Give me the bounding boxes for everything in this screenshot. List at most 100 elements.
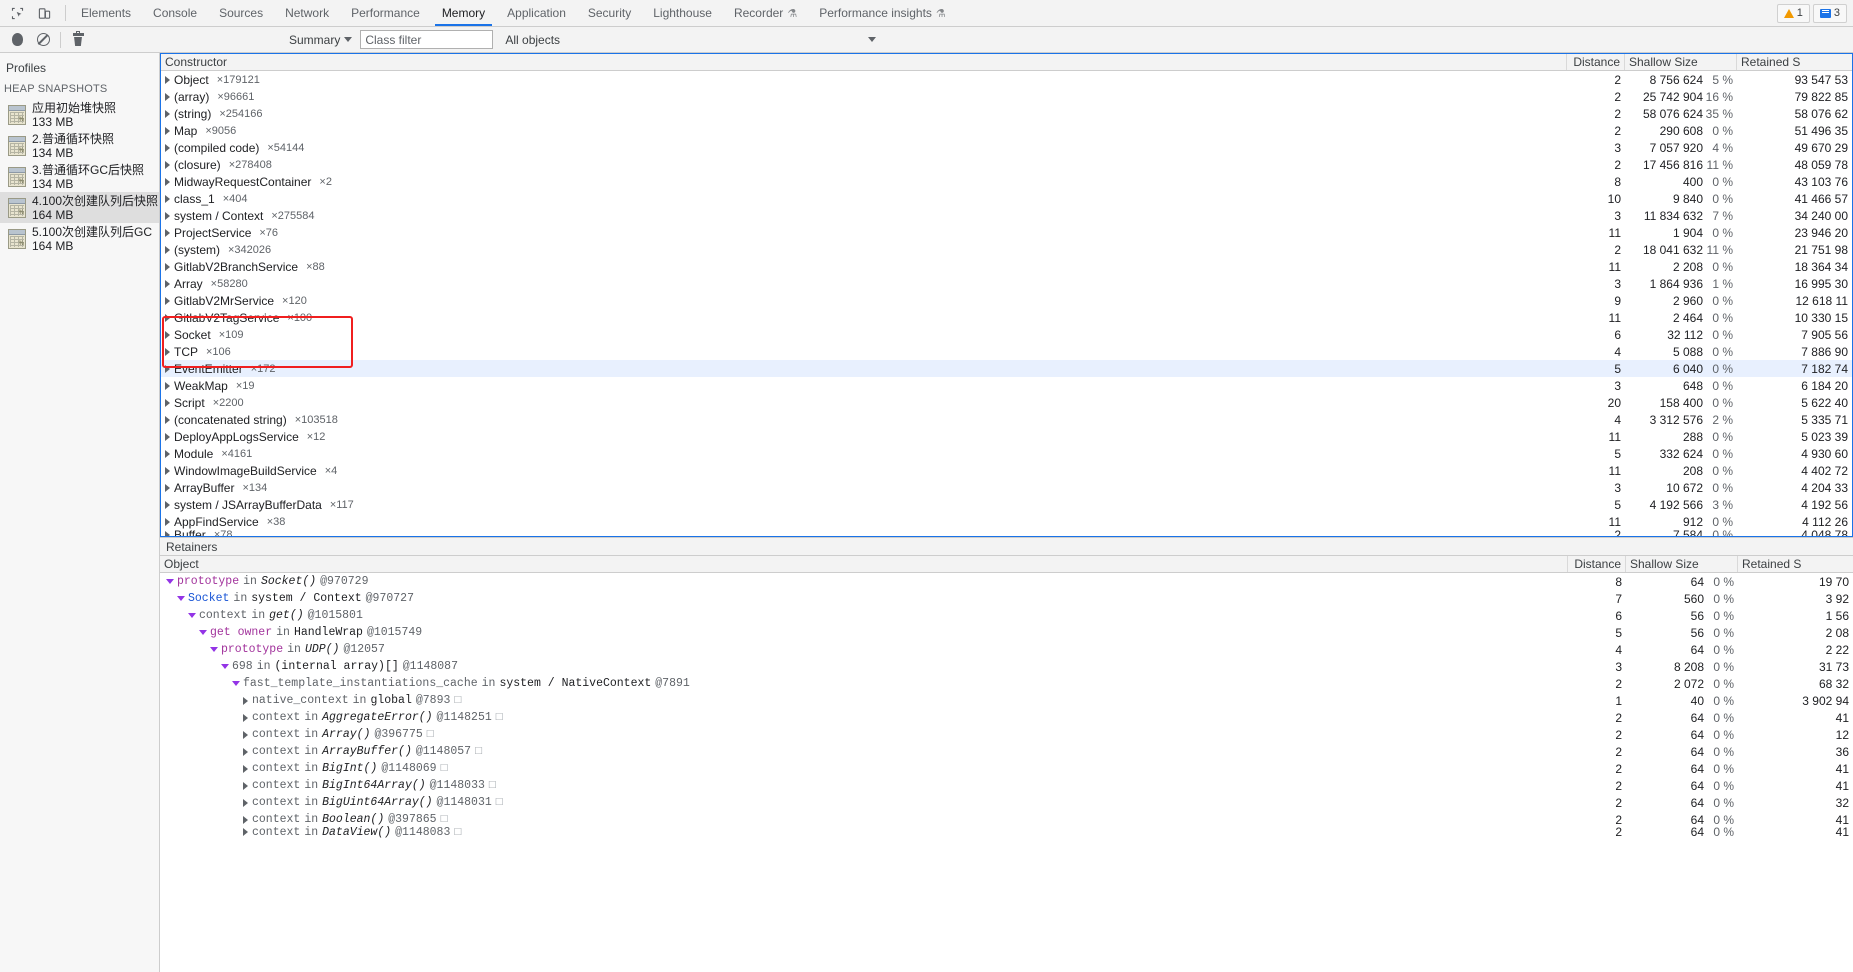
constructor-cell[interactable]: system / JSArrayBufferData ×117 [161,496,1567,513]
snapshot-item-2[interactable]: % 2.普通循环快照 134 MB [0,130,159,161]
expand-triangle-icon[interactable] [165,449,170,458]
retainer-object-cell[interactable]: get owner in HandleWrap @1015749 [160,626,1568,639]
expand-triangle-icon[interactable] [243,798,248,807]
retainer-object-cell[interactable]: fast_template_instantiations_cache in syst… [160,677,1568,690]
constructor-cell[interactable]: GitlabV2TagService ×100 [161,309,1567,326]
device-toolbar-icon[interactable] [33,2,55,24]
expand-triangle-icon[interactable] [165,92,170,101]
snapshot-item-5[interactable]: % 5.100次创建队列后GC 164 MB [0,223,159,254]
retainer-row[interactable]: get owner in HandleWrap @1015749 5 56 0 % 2 08 [160,624,1853,641]
retainer-row[interactable]: context in get() @1015801 6 56 0 % 1 56 [160,607,1853,624]
expand-triangle-icon[interactable] [165,364,170,373]
expand-triangle-icon[interactable] [165,466,170,475]
expand-triangle-icon[interactable] [165,160,170,169]
retainer-row[interactable]: Socket in system / Context @970727 7 560 0 % 3 … [160,590,1853,607]
tab-console[interactable]: Console [142,0,208,26]
column-header-object[interactable]: Object [160,556,1568,572]
column-header-distance[interactable]: Distance [1568,556,1626,572]
expand-triangle-icon[interactable] [165,143,170,152]
constructor-cell[interactable]: Array ×58280 [161,275,1567,292]
constructor-row[interactable]: system / Context ×275584 3 11 834 632 7 % 34 … [161,207,1852,224]
constructor-row[interactable]: WindowImageBuildService ×4 11 208 0 % 4 402 7… [161,462,1852,479]
column-header-shallow-size[interactable]: Shallow Size [1625,54,1737,70]
constructor-row[interactable]: Map ×9056 2 290 608 0 % 51 496 35 [161,122,1852,139]
expand-triangle-icon[interactable] [165,109,170,118]
retainer-row[interactable]: context in Array() @396775 □ 2 64 0 % 12 [160,726,1853,743]
expand-triangle-icon[interactable] [243,747,248,756]
inspect-element-icon[interactable] [6,2,28,24]
retainer-row[interactable]: context in BigUint64Array() @1148031 □ 2 64 0 %… [160,794,1853,811]
constructor-row[interactable]: EventEmitter ×172 5 6 040 0 % 7 182 74 [161,360,1852,377]
objects-filter-select[interactable]: All objects [505,33,1849,47]
retainer-object-cell[interactable]: prototype in Socket() @970729 [160,575,1568,588]
tab-elements[interactable]: Elements [70,0,142,26]
retainer-object-cell[interactable]: context in Array() @396775 □ [160,728,1568,741]
constructor-cell[interactable]: GitlabV2BranchService ×88 [161,258,1567,275]
class-filter-input[interactable] [360,30,494,49]
constructor-cell[interactable]: DeployAppLogsService ×12 [161,428,1567,445]
retainer-row[interactable]: fast_template_instantiations_cache in syst… [160,675,1853,692]
expand-triangle-icon[interactable] [165,177,170,186]
retainer-object-cell[interactable]: context in get() @1015801 [160,609,1568,622]
expand-triangle-icon[interactable] [177,596,185,601]
constructor-row[interactable]: Script ×2200 20 158 400 0 % 5 622 40 [161,394,1852,411]
retainer-row[interactable]: context in AggregateError() @1148251 □ 2 64 0 %… [160,709,1853,726]
constructor-cell[interactable]: ProjectService ×76 [161,224,1567,241]
constructor-row[interactable]: (compiled code) ×54144 3 7 057 920 4 % 49 670… [161,139,1852,156]
constructor-row[interactable]: Module ×4161 5 332 624 0 % 4 930 60 [161,445,1852,462]
retainer-row[interactable]: context in BigInt() @1148069 □ 2 64 0 % 41 [160,760,1853,777]
retainer-row[interactable]: 698 in (internal array)[] @1148087 3 8 208 0 %… [160,658,1853,675]
constructor-row[interactable]: Array ×58280 3 1 864 936 1 % 16 995 30 [161,275,1852,292]
expand-triangle-icon[interactable] [165,279,170,288]
constructor-row[interactable]: Object ×179121 2 8 756 624 5 % 93 547 53 [161,71,1852,88]
constructor-row[interactable]: MidwayRequestContainer ×2 8 400 0 % 43 103 76 [161,173,1852,190]
view-mode-select[interactable]: Summary [281,30,356,50]
expand-triangle-icon[interactable] [243,828,248,836]
constructor-cell[interactable]: (concatenated string) ×103518 [161,411,1567,428]
expand-triangle-icon[interactable] [165,211,170,220]
expand-triangle-icon[interactable] [243,815,248,824]
messages-counter[interactable]: 3 [1812,3,1847,23]
constructor-row[interactable]: ProjectService ×76 11 1 904 0 % 23 946 20 [161,224,1852,241]
constructor-row[interactable]: WeakMap ×19 3 648 0 % 6 184 20 [161,377,1852,394]
expand-triangle-icon[interactable] [165,530,170,536]
expand-triangle-icon[interactable] [165,245,170,254]
expand-triangle-icon[interactable] [243,781,248,790]
record-heap-snapshot-button[interactable] [4,28,30,52]
constructor-cell[interactable]: Buffer ×78 [161,526,1567,536]
expand-triangle-icon[interactable] [188,613,196,618]
constructor-row[interactable]: GitlabV2MrService ×120 9 2 960 0 % 12 618 11 [161,292,1852,309]
delete-profile-button[interactable] [65,28,91,52]
expand-triangle-icon[interactable] [166,579,174,584]
retainer-object-cell[interactable]: context in BigInt() @1148069 □ [160,762,1568,775]
constructor-row[interactable]: DeployAppLogsService ×12 11 288 0 % 5 023 39 [161,428,1852,445]
constructor-cell[interactable]: Script ×2200 [161,394,1567,411]
retainer-object-cell[interactable]: context in ArrayBuffer() @1148057 □ [160,745,1568,758]
retainer-object-cell[interactable]: context in DataView() @1148083 □ [160,826,1568,839]
constructor-cell[interactable]: WeakMap ×19 [161,377,1567,394]
warnings-counter[interactable]: 1 [1776,3,1810,23]
expand-triangle-icon[interactable] [199,630,207,635]
column-header-retained-size[interactable]: Retained S [1738,556,1853,572]
tab-security[interactable]: Security [577,0,642,26]
constructor-cell[interactable]: TCP ×106 [161,343,1567,360]
column-header-retained-size[interactable]: Retained S [1737,54,1852,70]
expand-triangle-icon[interactable] [243,764,248,773]
snapshot-item-1[interactable]: % 应用初始堆快照 133 MB [0,99,159,130]
constructor-cell[interactable]: (closure) ×278408 [161,156,1567,173]
expand-triangle-icon[interactable] [165,262,170,271]
expand-triangle-icon[interactable] [232,681,240,686]
constructor-cell[interactable]: WindowImageBuildService ×4 [161,462,1567,479]
tab-lighthouse[interactable]: Lighthouse [642,0,723,26]
expand-triangle-icon[interactable] [165,432,170,441]
constructor-row[interactable]: (string) ×254166 2 58 076 624 35 % 58 076 62 [161,105,1852,122]
expand-triangle-icon[interactable] [165,75,170,84]
expand-triangle-icon[interactable] [165,126,170,135]
expand-triangle-icon[interactable] [165,228,170,237]
tab-application[interactable]: Application [496,0,577,26]
constructor-cell[interactable]: (system) ×342026 [161,241,1567,258]
constructor-row[interactable]: system / JSArrayBufferData ×117 5 4 192 566… [161,496,1852,513]
expand-triangle-icon[interactable] [165,313,170,322]
constructor-cell[interactable]: ArrayBuffer ×134 [161,479,1567,496]
constructor-row[interactable]: (concatenated string) ×103518 4 3 312 576 2 … [161,411,1852,428]
